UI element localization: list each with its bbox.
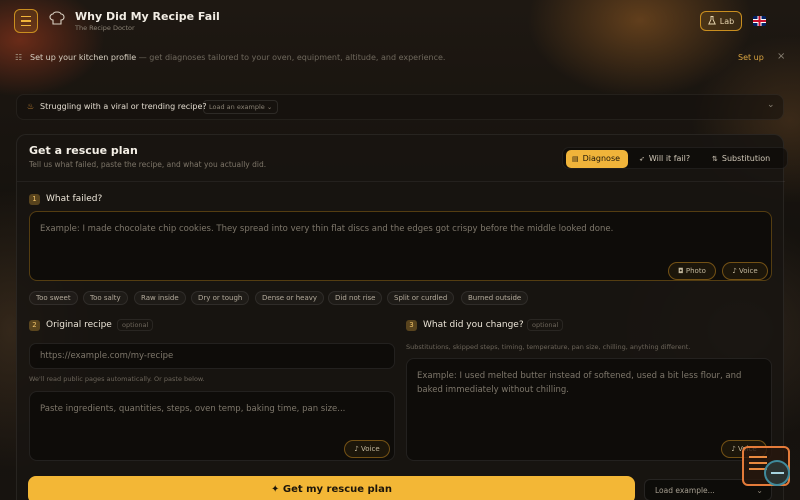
hamburger-line <box>21 15 31 18</box>
chip-dense-or-heavy[interactable]: Dense or heavy <box>255 291 325 305</box>
chip-too-sweet[interactable]: Too sweet <box>29 291 78 305</box>
recipe-placeholder: Paste ingredients, quantities, steps, ov… <box>40 404 346 414</box>
sparkles-icon: ✦ <box>271 484 283 495</box>
voice-button[interactable]: ♪ Voice <box>344 440 390 458</box>
tab-diagnose[interactable]: ▤ Diagnose <box>566 150 628 168</box>
tab-will-it-fail-label: Will it fail? <box>648 154 691 163</box>
mode-switcher: ▤ Diagnose ➶ Will it fail? ⇅ Substitution <box>562 147 788 169</box>
chip-split-or-curdled[interactable]: Split or curdled <box>387 291 455 305</box>
voice-button[interactable]: ♪ Voice <box>722 262 768 280</box>
flask-icon <box>707 15 716 27</box>
step-2-badge: 2 <box>29 320 40 331</box>
step-3-label: What did you change? <box>423 320 524 330</box>
hamburger-line <box>21 20 31 22</box>
chip-raw-inside[interactable]: Raw inside <box>134 291 186 305</box>
chat-bubble-icon <box>764 460 790 486</box>
clipboard-icon: ▤ <box>572 155 579 163</box>
chip-burned-outside[interactable]: Burned outside <box>461 291 529 305</box>
tab-substitution-label: Substitution <box>721 154 771 163</box>
swap-icon: ⇅ <box>712 155 718 163</box>
menu-button[interactable] <box>14 9 38 33</box>
what-failed-placeholder: Example: I made chocolate chip cookies. … <box>40 224 614 234</box>
panel-title: Get a rescue plan <box>29 144 138 157</box>
lab-label: Lab <box>719 16 735 26</box>
load-example-value: Load example... <box>655 486 715 495</box>
app-title: Why Did My Recipe Fail <box>75 10 220 23</box>
chip-too-salty[interactable]: Too salty <box>83 291 128 305</box>
viral-question: Struggling with a viral or trending reci… <box>40 102 207 111</box>
step-3-badge: 3 <box>406 320 417 331</box>
chef-hat-icon <box>48 11 66 29</box>
panel-subtitle: Tell us what failed, paste the recipe, a… <box>29 160 267 169</box>
viral-recipe-bar[interactable]: ♨ Struggling with a viral or trending re… <box>16 94 784 120</box>
changes-placeholder: Example: I used melted butter instead of… <box>417 371 742 395</box>
profile-prompt: Set up your kitchen profile — get diagno… <box>30 53 445 62</box>
voice-label: Voice <box>739 267 758 275</box>
what-failed-textarea[interactable]: Example: I made chocolate chip cookies. … <box>29 211 772 281</box>
photo-button[interactable]: ◘ Photo <box>668 262 716 280</box>
lab-button[interactable]: Lab <box>700 11 742 31</box>
photo-label: Photo <box>685 267 706 275</box>
tab-diagnose-label: Diagnose <box>582 154 621 163</box>
step-1-label: What failed? <box>46 194 103 204</box>
get-rescue-plan-button[interactable]: ✦ Get my rescue plan <box>28 476 635 500</box>
chevron-down-icon[interactable]: ⌄ <box>767 100 775 110</box>
load-example-button[interactable]: Load an example ⌄ <box>203 100 279 114</box>
profile-prompt-detail: — get diagnoses tailored to your oven, e… <box>136 53 446 62</box>
support-chat-icon[interactable] <box>742 446 790 486</box>
url-hint: We'll read public pages automatically. O… <box>29 375 205 383</box>
uk-flag-icon[interactable] <box>753 16 766 26</box>
chip-dry-or-tough[interactable]: Dry or tough <box>191 291 250 305</box>
close-icon[interactable]: × <box>777 51 785 62</box>
rescue-plan-panel: Get a rescue plan Tell us what failed, p… <box>16 134 788 500</box>
profile-prompt-label: Set up your kitchen profile <box>30 53 137 62</box>
flame-icon: ♨ <box>27 102 35 111</box>
hamburger-line <box>21 24 31 27</box>
tab-substitution[interactable]: ⇅ Substitution <box>706 150 786 168</box>
kitchen-profile-bar: ☷ Set up your kitchen profile — get diag… <box>0 48 800 70</box>
app-subtitle: The Recipe Doctor <box>75 24 135 32</box>
sliders-icon: ☷ <box>15 53 23 62</box>
setup-profile-link[interactable]: Set up <box>738 53 764 62</box>
tab-will-it-fail[interactable]: ➶ Will it fail? <box>633 150 703 168</box>
recipe-url-input[interactable]: https://example.com/my-recipe <box>29 343 395 369</box>
app-header: Why Did My Recipe Fail The Recipe Doctor… <box>0 0 800 44</box>
optional-badge: optional <box>117 319 154 331</box>
panel-divider <box>17 181 785 182</box>
recipe-textarea[interactable]: Paste ingredients, quantities, steps, ov… <box>29 391 395 461</box>
rocket-icon: ➶ <box>639 155 645 163</box>
optional-badge: optional <box>527 319 564 331</box>
cta-label: Get my rescue plan <box>282 484 392 495</box>
step-2-label: Original recipe <box>46 320 112 330</box>
step-1-badge: 1 <box>29 194 40 205</box>
chip-did-not-rise[interactable]: Did not rise <box>328 291 383 305</box>
changes-hint: Substitutions, skipped steps, timing, te… <box>406 343 691 351</box>
changes-textarea[interactable]: Example: I used melted butter instead of… <box>406 358 772 461</box>
voice-label: Voice <box>361 445 380 453</box>
camera-icon: ◘ <box>678 267 686 275</box>
